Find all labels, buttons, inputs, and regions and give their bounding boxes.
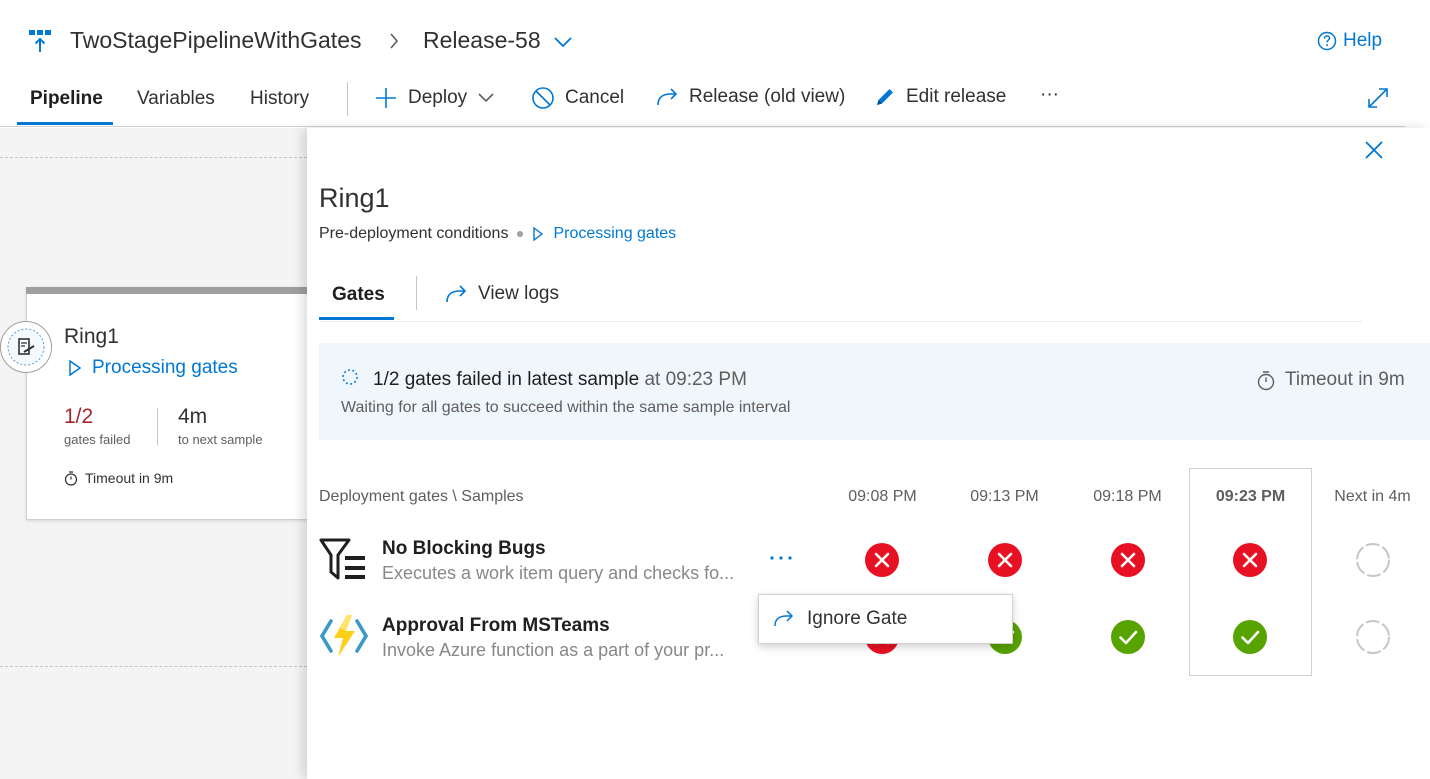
gate-failed-icon[interactable] <box>864 542 900 578</box>
play-outline-icon <box>532 226 544 242</box>
panel-title: Ring1 <box>319 183 390 213</box>
conditions-label: Pre-deployment conditions <box>319 225 509 242</box>
play-outline-icon <box>68 359 82 377</box>
current-sample-column-header: 09:23 PM <box>1215 488 1286 505</box>
stopwatch-icon <box>64 470 78 486</box>
deploy-button[interactable]: Deploy <box>374 86 495 110</box>
expand-icon[interactable] <box>1366 86 1390 110</box>
gates-failed-count: 1/2 <box>64 405 94 428</box>
cancel-label: Cancel <box>565 87 625 108</box>
tab-variables[interactable]: Variables <box>137 88 215 110</box>
header-divider <box>0 126 1405 127</box>
banner-timeout: Timeout in 9m <box>1256 369 1405 391</box>
release-pipeline-icon <box>27 28 53 54</box>
gates-failed-label: gates failed <box>64 432 131 447</box>
pencil-icon <box>874 86 896 108</box>
panel-status-label: Processing gates <box>553 225 677 242</box>
sample-column-header: 09:08 PM <box>848 488 917 505</box>
gate-pending-icon[interactable] <box>1355 542 1391 578</box>
gate-conditions-icon <box>6 327 46 367</box>
gate-failed-icon[interactable] <box>1110 542 1146 578</box>
active-tab-indicator <box>319 317 394 320</box>
help-icon <box>1317 31 1337 51</box>
tab-divider <box>416 276 417 310</box>
more-actions-button[interactable]: ··· <box>1040 84 1059 106</box>
view-logs-label: View logs <box>478 283 559 304</box>
banner-message-time: at 09:23 PM <box>644 369 747 390</box>
spinner-icon <box>341 368 359 386</box>
stage-status-link[interactable]: Processing gates <box>68 357 238 379</box>
deploy-label: Deploy <box>408 87 468 108</box>
gate-succeeded-icon[interactable] <box>1232 619 1268 655</box>
azure-function-icon <box>319 614 369 658</box>
separator-dot <box>517 231 524 237</box>
ignore-gate-menu-item[interactable]: Ignore Gate <box>807 608 907 630</box>
gate-description: Invoke Azure function as a part of your … <box>382 640 725 660</box>
release-toolbar: Pipeline Variables History Deploy Cancel… <box>0 78 1430 128</box>
old-view-label: Release (old view) <box>689 86 846 107</box>
edit-release-label: Edit release <box>906 86 1007 107</box>
gate-context-menu: Ignore Gate <box>758 594 1013 644</box>
plus-icon <box>374 86 398 110</box>
edit-release-button[interactable]: Edit release <box>874 86 1006 108</box>
chevron-down-icon <box>477 91 495 105</box>
stat-divider <box>157 408 158 445</box>
sample-column-header: 09:18 PM <box>1093 488 1162 505</box>
tab-history[interactable]: History <box>250 88 309 110</box>
view-logs-link[interactable]: View logs <box>444 283 559 305</box>
stage-card-status-bar <box>26 287 316 294</box>
stage-name: Ring1 <box>64 325 119 348</box>
gate-title: Approval From MSTeams <box>382 615 610 636</box>
stage-timeout: Timeout in 9m <box>64 470 173 486</box>
stopwatch-icon <box>1256 370 1276 391</box>
stage-status-label: Processing gates <box>92 357 238 378</box>
next-sample-column-header: Next in 4m <box>1334 488 1411 505</box>
tab-strip-divider <box>319 321 1362 322</box>
gate-more-options-icon[interactable] <box>768 548 794 568</box>
tab-pipeline[interactable]: Pipeline <box>30 88 103 110</box>
grid-header-label: Deployment gates \ Samples <box>319 488 524 505</box>
redirect-arrow-icon <box>773 609 795 629</box>
gate-failed-icon[interactable] <box>987 542 1023 578</box>
release-dropdown-chevron-icon[interactable] <box>552 33 574 51</box>
toolbar-divider <box>347 82 348 116</box>
next-sample-label: to next sample <box>178 432 263 447</box>
pre-deployment-conditions-badge[interactable] <box>0 321 52 373</box>
active-tab-indicator <box>17 122 113 125</box>
cancel-button[interactable]: Cancel <box>531 86 624 110</box>
title-bar: TwoStagePipelineWithGates Release-58 Hel… <box>0 0 1430 80</box>
tab-gates[interactable]: Gates <box>332 284 385 306</box>
stage-timeout-label: Timeout in 9m <box>85 470 174 486</box>
gate-status-banner <box>319 343 1430 440</box>
redirect-arrow-icon <box>655 86 679 108</box>
help-label: Help <box>1343 30 1383 51</box>
banner-message-text: 1/2 gates failed in latest sample <box>373 369 640 390</box>
release-name: Release-58 <box>423 27 541 53</box>
banner-timeout-label: Timeout in 9m <box>1285 369 1405 390</box>
cancel-icon <box>531 86 555 110</box>
next-sample-value: 4m <box>178 405 208 428</box>
gate-title: No Blocking Bugs <box>382 538 546 559</box>
gate-succeeded-icon[interactable] <box>1110 619 1146 655</box>
help-link[interactable]: Help <box>1317 30 1382 52</box>
gate-pending-icon[interactable] <box>1355 619 1391 655</box>
pipeline-name-link[interactable]: TwoStagePipelineWithGates <box>70 27 362 54</box>
gate-failed-icon[interactable] <box>1232 542 1268 578</box>
canvas-guide-line <box>0 157 307 158</box>
close-icon[interactable] <box>1364 140 1384 160</box>
panel-subtitle: Pre-deployment conditions Processing gat… <box>319 225 676 243</box>
work-item-query-icon <box>319 538 367 580</box>
canvas-guide-line <box>0 666 307 667</box>
breadcrumb-chevron-icon <box>387 28 401 54</box>
redirect-arrow-icon <box>444 283 468 305</box>
banner-message: 1/2 gates failed in latest sample at 09:… <box>373 369 747 391</box>
sample-column-header: 09:13 PM <box>970 488 1039 505</box>
banner-detail: Waiting for all gates to succeed within … <box>341 399 791 416</box>
gate-description: Executes a work item query and checks fo… <box>382 563 735 583</box>
release-old-view-button[interactable]: Release (old view) <box>655 86 845 108</box>
